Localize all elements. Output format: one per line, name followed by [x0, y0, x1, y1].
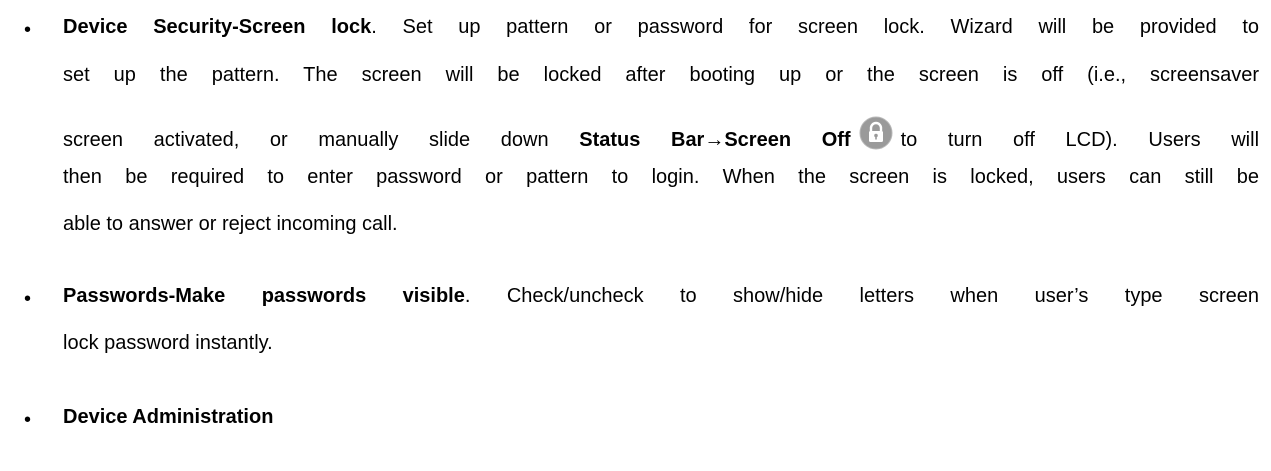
item-line-1: Device Security-Screen lock. Set up patt…	[63, 16, 1259, 39]
menu-path: Status Bar→Screen Off	[579, 129, 851, 151]
item-text: . Set up pattern or password for screen …	[371, 16, 1259, 38]
lock-icon	[859, 116, 893, 150]
bullet-glyph: •	[24, 288, 32, 310]
bullet-glyph: •	[24, 409, 32, 431]
item-text: . Check/uncheck to show/hide letters whe…	[464, 285, 1259, 307]
item-text: to turn off LCD). Users will	[900, 129, 1260, 151]
item-text: screen activated, or manually slide down	[63, 129, 580, 151]
item-title: Passwords-Make passwords visible	[63, 285, 465, 307]
item-line-3: screen activated, or manually slide down…	[63, 116, 1259, 152]
item-line-5: able to answer or reject incoming call.	[63, 213, 398, 235]
item-line-4: then be required to enter password or pa…	[63, 166, 1259, 188]
item-title: Device Administration	[63, 406, 274, 428]
item-line-1: Device Administration	[63, 406, 273, 429]
item-title: Device Security-Screen lock	[63, 16, 372, 38]
item-line-1: Passwords-Make passwords visible. Check/…	[63, 285, 1259, 308]
item-line-2: lock password instantly.	[63, 332, 273, 354]
item-line-2: set up the pattern. The screen will be l…	[63, 64, 1259, 86]
bullet-glyph: •	[24, 19, 32, 41]
